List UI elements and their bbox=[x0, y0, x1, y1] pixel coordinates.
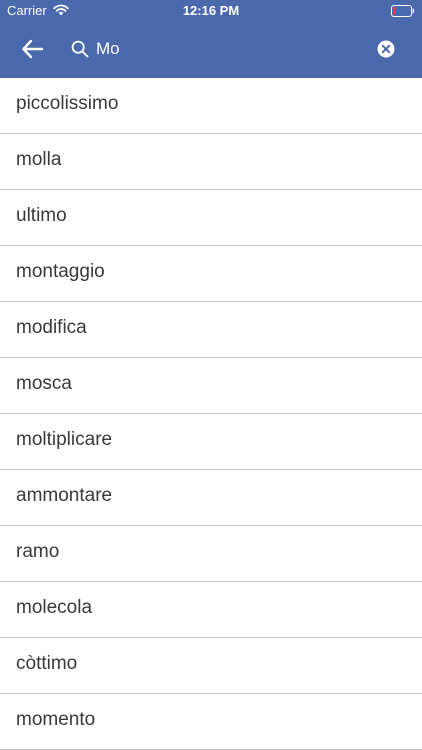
result-item[interactable]: piccolissimo bbox=[0, 78, 422, 134]
search-input[interactable] bbox=[96, 37, 366, 61]
battery-icon bbox=[391, 5, 415, 17]
result-word: momento bbox=[16, 709, 96, 730]
clear-search-button[interactable] bbox=[375, 38, 397, 60]
result-item[interactable]: mosca bbox=[0, 358, 422, 414]
result-word: montaggio bbox=[16, 261, 105, 282]
result-word: moltiplicare bbox=[16, 429, 113, 450]
result-word: ammontare bbox=[16, 485, 113, 506]
search-results-list: piccolissimo molla ultimo montaggio modi… bbox=[0, 78, 422, 750]
result-item[interactable]: moltiplicare bbox=[0, 414, 422, 470]
result-word: piccolissimo bbox=[16, 93, 119, 114]
search-icon bbox=[71, 40, 89, 58]
result-item[interactable]: momento bbox=[0, 694, 422, 750]
result-item[interactable]: ammontare bbox=[0, 470, 422, 526]
result-word: molecola bbox=[16, 597, 93, 618]
result-word: modifica bbox=[16, 317, 87, 338]
result-word: ramo bbox=[16, 541, 60, 562]
search-header: Carrier 12:16 PM bbox=[0, 0, 422, 78]
result-word: ultimo bbox=[16, 205, 67, 226]
arrow-left-icon bbox=[22, 39, 44, 59]
result-item[interactable]: ramo bbox=[0, 526, 422, 582]
result-item[interactable]: còttimo bbox=[0, 638, 422, 694]
back-button[interactable] bbox=[18, 34, 48, 64]
status-time: 12:16 PM bbox=[182, 3, 240, 18]
result-item[interactable]: modifica bbox=[0, 302, 422, 358]
result-item[interactable]: molecola bbox=[0, 582, 422, 638]
result-word: mosca bbox=[16, 373, 72, 394]
result-item[interactable]: montaggio bbox=[0, 246, 422, 302]
status-bar: Carrier 12:16 PM bbox=[0, 0, 422, 22]
result-item[interactable]: ultimo bbox=[0, 190, 422, 246]
result-word: còttimo bbox=[16, 653, 78, 674]
result-item[interactable]: molla bbox=[0, 134, 422, 190]
result-word: molla bbox=[16, 149, 62, 170]
